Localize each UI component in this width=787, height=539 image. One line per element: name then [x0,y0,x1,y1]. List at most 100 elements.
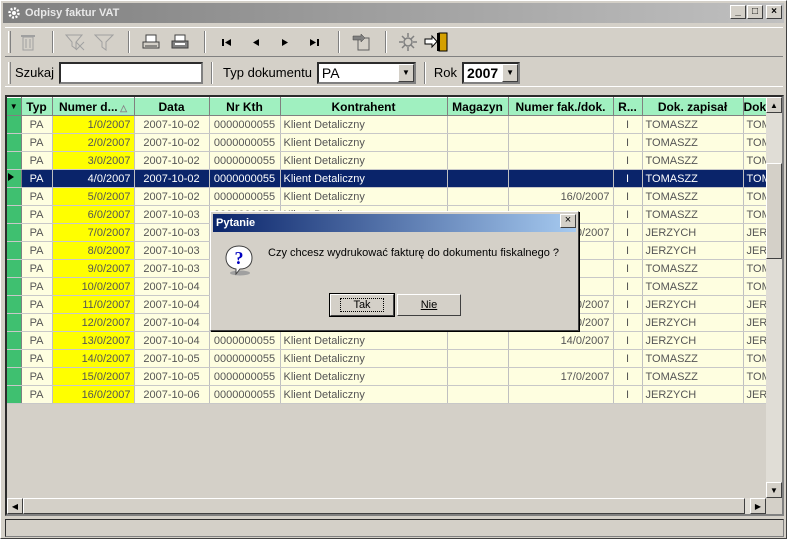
table-cell[interactable]: PA [21,151,53,170]
table-cell[interactable]: 6/0/2007 [52,205,135,224]
minimize-button[interactable]: _ [730,5,746,19]
table-cell[interactable] [447,367,509,386]
table-cell[interactable]: Klient Detaliczny [280,349,448,368]
close-button[interactable]: × [766,5,782,19]
table-cell[interactable]: 2007-10-04 [134,331,210,350]
filter-icon[interactable] [91,30,117,54]
row-indicator[interactable] [7,115,22,134]
table-cell[interactable]: 15/0/2007 [52,367,135,386]
column-header[interactable]: R... [613,97,643,116]
table-cell[interactable]: I [613,277,643,296]
table-cell[interactable]: I [613,151,643,170]
search-input[interactable] [59,61,204,84]
no-button[interactable]: Nie [397,294,461,316]
table-cell[interactable]: TOMASZZ [642,187,744,206]
table-row[interactable]: PA 5/0/2007 2007-10-02 0000000055 Klient Det… [7,187,778,206]
table-cell[interactable]: TOMASZZ [642,169,744,188]
table-cell[interactable] [447,115,509,134]
table-cell[interactable]: 10/0/2007 [52,277,135,296]
table-cell[interactable]: Klient Detaliczny [280,385,448,404]
column-header[interactable]: Numer fak./dok. [508,97,614,116]
table-cell[interactable]: JERZYCH [642,385,744,404]
table-cell[interactable] [508,115,614,134]
table-cell[interactable]: 7/0/2007 [52,223,135,242]
table-row[interactable]: PA 15/0/2007 2007-10-05 0000000055 Klient De… [7,367,778,386]
table-cell[interactable]: I [613,313,643,332]
table-cell[interactable]: TOMASZZ [642,133,744,152]
table-cell[interactable]: PA [21,223,53,242]
table-cell[interactable]: PA [21,295,53,314]
table-cell[interactable] [508,349,614,368]
row-indicator[interactable] [7,133,22,152]
column-header[interactable]: Typ [21,97,53,116]
table-cell[interactable]: 14/0/2007 [52,349,135,368]
table-cell[interactable]: I [613,349,643,368]
scroll-left-icon[interactable]: ◀ [7,498,23,514]
year-select[interactable]: 2007 ▼ [462,61,521,84]
chevron-down-icon[interactable]: ▼ [502,63,519,82]
scroll-down-icon[interactable]: ▼ [766,482,782,498]
table-cell[interactable]: I [613,385,643,404]
row-indicator[interactable] [7,241,22,260]
table-cell[interactable]: 2007-10-03 [134,223,210,242]
dialog-title[interactable]: Pytanie [213,214,576,232]
table-cell[interactable]: 2007-10-04 [134,277,210,296]
yes-button[interactable]: Tak [329,293,395,317]
table-row[interactable]: PA 14/0/2007 2007-10-05 0000000055 Klient De… [7,349,778,368]
table-cell[interactable]: PA [21,313,53,332]
table-cell[interactable]: I [613,133,643,152]
table-cell[interactable]: 17/0/2007 [508,367,614,386]
table-cell[interactable]: JERZYCH [642,295,744,314]
table-cell[interactable]: 0000000055 [209,349,281,368]
table-cell[interactable]: 2007-10-06 [134,385,210,404]
trash-icon[interactable] [15,30,41,54]
dialog-close-button[interactable]: × [560,214,576,228]
column-header[interactable]: Dok. zapisał [642,97,744,116]
row-indicator[interactable] [7,223,22,242]
table-cell[interactable] [508,385,614,404]
table-cell[interactable]: JERZYCH [642,313,744,332]
table-cell[interactable]: 3/0/2007 [52,151,135,170]
scroll-up-icon[interactable]: ▲ [766,97,782,113]
column-header[interactable]: Nr Kth [209,97,281,116]
row-indicator[interactable] [7,349,22,368]
vertical-scrollbar[interactable]: ▲ ▼ [766,97,782,498]
table-cell[interactable]: 16/0/2007 [508,187,614,206]
table-cell[interactable]: 2007-10-05 [134,367,210,386]
table-cell[interactable] [447,169,509,188]
table-cell[interactable]: PA [21,241,53,260]
table-cell[interactable] [447,331,509,350]
scroll-right-icon[interactable]: ▶ [750,498,766,514]
table-cell[interactable]: Klient Detaliczny [280,187,448,206]
table-cell[interactable]: 2007-10-02 [134,133,210,152]
table-cell[interactable]: 0000000055 [209,115,281,134]
table-cell[interactable]: 11/0/2007 [52,295,135,314]
table-cell[interactable]: PA [21,277,53,296]
row-indicator[interactable] [7,385,22,404]
table-cell[interactable]: I [613,295,643,314]
row-indicator[interactable] [7,313,22,332]
table-cell[interactable]: 4/0/2007 [52,169,135,188]
table-cell[interactable]: Klient Detaliczny [280,151,448,170]
row-indicator[interactable] [7,259,22,278]
table-cell[interactable]: PA [21,349,53,368]
table-cell[interactable]: 0000000055 [209,133,281,152]
table-row[interactable]: PA 4/0/2007 2007-10-02 0000000055 Klient Det… [7,169,778,188]
table-cell[interactable]: I [613,187,643,206]
table-cell[interactable]: PA [21,187,53,206]
searchbar-grip[interactable] [8,61,11,84]
title-bar[interactable]: Odpisy faktur VAT _ □ × [3,3,784,23]
chevron-down-icon[interactable]: ▼ [397,63,414,82]
table-cell[interactable]: 0000000055 [209,187,281,206]
table-cell[interactable]: I [613,259,643,278]
table-cell[interactable]: Klient Detaliczny [280,169,448,188]
table-cell[interactable]: Klient Detaliczny [280,331,448,350]
table-cell[interactable]: 9/0/2007 [52,259,135,278]
settings-icon[interactable] [395,30,421,54]
horizontal-scrollbar[interactable]: ◀ ▶ [7,498,766,514]
next-record-icon[interactable] [272,30,298,54]
table-cell[interactable]: TOMASZZ [642,205,744,224]
table-cell[interactable]: JERZYCH [642,223,744,242]
row-indicator[interactable] [7,151,22,170]
table-row[interactable]: PA 16/0/2007 2007-10-06 0000000055 Klient De… [7,385,778,404]
